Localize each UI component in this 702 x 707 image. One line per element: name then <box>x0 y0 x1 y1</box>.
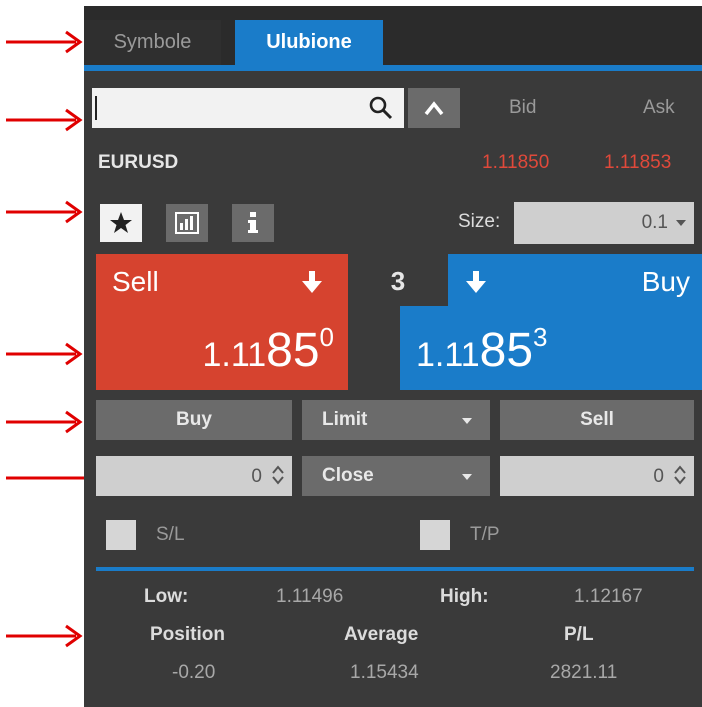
low-value: 1.11496 <box>276 586 344 607</box>
quantity-stepper[interactable]: 0 <box>96 456 292 496</box>
sell-price: 1.11850 <box>202 322 334 377</box>
stop-loss-checkbox[interactable] <box>106 520 136 550</box>
size-select[interactable]: 0.1 <box>514 202 694 244</box>
tab-underline <box>84 65 702 71</box>
pl-value: 2821.11 <box>550 662 618 683</box>
buy-tile-label: Buy <box>641 266 690 297</box>
chart-icon <box>175 212 199 234</box>
bid-column-header: Bid <box>509 97 537 118</box>
text-cursor <box>95 96 97 120</box>
star-icon <box>110 212 132 233</box>
take-profit-label: T/P <box>470 524 500 545</box>
annotation-arrow <box>6 30 86 54</box>
high-value: 1.12167 <box>574 586 643 607</box>
info-button[interactable] <box>232 204 274 242</box>
annotation-arrow <box>6 200 86 224</box>
chart-button[interactable] <box>166 204 208 242</box>
chevron-down-icon <box>462 418 472 424</box>
arrow-down-icon <box>466 271 486 293</box>
position-label: Position <box>150 624 225 645</box>
buy-button[interactable]: Buy <box>96 400 292 440</box>
sell-tile-label: Sell <box>112 266 159 297</box>
arrow-down-icon <box>302 271 322 293</box>
buy-price: 1.11853 <box>416 322 548 377</box>
trading-panel: Symbole Ulubione Bid Ask EURUSD 1.11850 … <box>84 6 702 707</box>
price-stepper[interactable]: 0 <box>500 456 694 496</box>
tab-symbols[interactable]: Symbole <box>84 20 221 65</box>
high-label: High: <box>440 586 489 607</box>
spread-indicator: 3 <box>348 254 448 306</box>
pl-label: P/L <box>564 624 594 645</box>
tab-favorites[interactable]: Ulubione <box>235 20 383 65</box>
instrument-symbol[interactable]: EURUSD <box>98 152 178 174</box>
chevron-up-icon <box>424 101 444 116</box>
stop-loss-label: S/L <box>156 524 185 545</box>
position-value: -0.20 <box>172 662 216 683</box>
favorite-button[interactable] <box>100 204 142 242</box>
search-box <box>92 88 404 128</box>
ask-column-header: Ask <box>643 97 675 118</box>
low-label: Low: <box>144 586 189 607</box>
chevron-down-icon <box>676 220 686 226</box>
average-label: Average <box>344 624 419 645</box>
sell-tile[interactable]: Sell 1.11850 <box>96 254 348 390</box>
annotation-arrow <box>6 342 86 366</box>
chevron-down-icon <box>462 474 472 480</box>
take-profit-checkbox[interactable] <box>420 520 450 550</box>
size-label: Size: <box>458 211 501 232</box>
spinner-icon[interactable] <box>272 464 284 486</box>
collapse-button[interactable] <box>408 88 460 128</box>
sell-button[interactable]: Sell <box>500 400 694 440</box>
close-select[interactable]: Close <box>302 456 490 496</box>
bid-price: 1.11850 <box>482 152 550 173</box>
search-input[interactable] <box>92 88 362 128</box>
spinner-icon[interactable] <box>674 464 686 486</box>
annotation-arrow <box>6 410 86 434</box>
buy-tile[interactable]: Buy <box>448 254 702 306</box>
price-value: 0 <box>653 466 664 487</box>
annotation-arrow <box>6 624 86 648</box>
buy-tile-price-area[interactable]: 1.11853 <box>400 306 702 390</box>
tab-bar: Symbole Ulubione <box>84 6 702 71</box>
size-value: 0.1 <box>641 212 668 233</box>
order-type-select[interactable]: Limit <box>302 400 490 440</box>
info-icon <box>248 212 258 233</box>
annotation-arrow <box>6 108 86 132</box>
search-icon[interactable] <box>368 95 394 126</box>
ask-price: 1.11853 <box>604 152 672 173</box>
average-value: 1.15434 <box>350 662 419 683</box>
divider <box>96 567 694 571</box>
quantity-value: 0 <box>251 466 262 487</box>
